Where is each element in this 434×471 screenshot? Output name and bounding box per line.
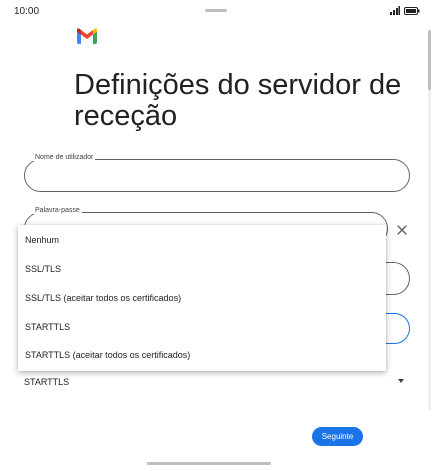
scrollbar[interactable] — [428, 30, 431, 410]
signal-icon — [390, 6, 400, 15]
username-label: Nome de utilizador — [33, 154, 96, 161]
navigation-handle[interactable] — [147, 462, 271, 465]
security-type-select[interactable]: STARTTLS — [24, 374, 410, 392]
security-dropdown-menu: Nenhum SSL/TLS SSL/TLS (aceitar todos os… — [18, 225, 386, 371]
menu-item-nenhum[interactable]: Nenhum — [18, 226, 386, 255]
password-label: Palavra-passe — [33, 207, 82, 214]
gmail-logo-icon — [77, 28, 97, 44]
dropdown-arrow-icon — [398, 379, 404, 383]
status-icons — [390, 6, 420, 15]
status-time: 10:00 — [14, 6, 40, 17]
username-field[interactable]: Nome de utilizador — [24, 154, 410, 192]
security-type-value: STARTTLS — [24, 377, 70, 387]
close-icon[interactable] — [396, 224, 408, 236]
notch-pill — [205, 9, 227, 12]
menu-item-ssl-tls-accept-all[interactable]: SSL/TLS (aceitar todos os certificados) — [18, 284, 386, 313]
menu-item-ssl-tls[interactable]: SSL/TLS — [18, 255, 386, 284]
next-button[interactable]: Seguinte — [312, 427, 363, 446]
menu-item-starttls-accept-all[interactable]: STARTTLS (aceitar todos os certificados) — [18, 341, 386, 370]
menu-item-starttls[interactable]: STARTTLS — [18, 313, 386, 342]
battery-icon — [404, 6, 420, 15]
status-bar: 10:00 — [0, 0, 434, 22]
page-title: Definições do servidor de receção — [74, 69, 402, 132]
